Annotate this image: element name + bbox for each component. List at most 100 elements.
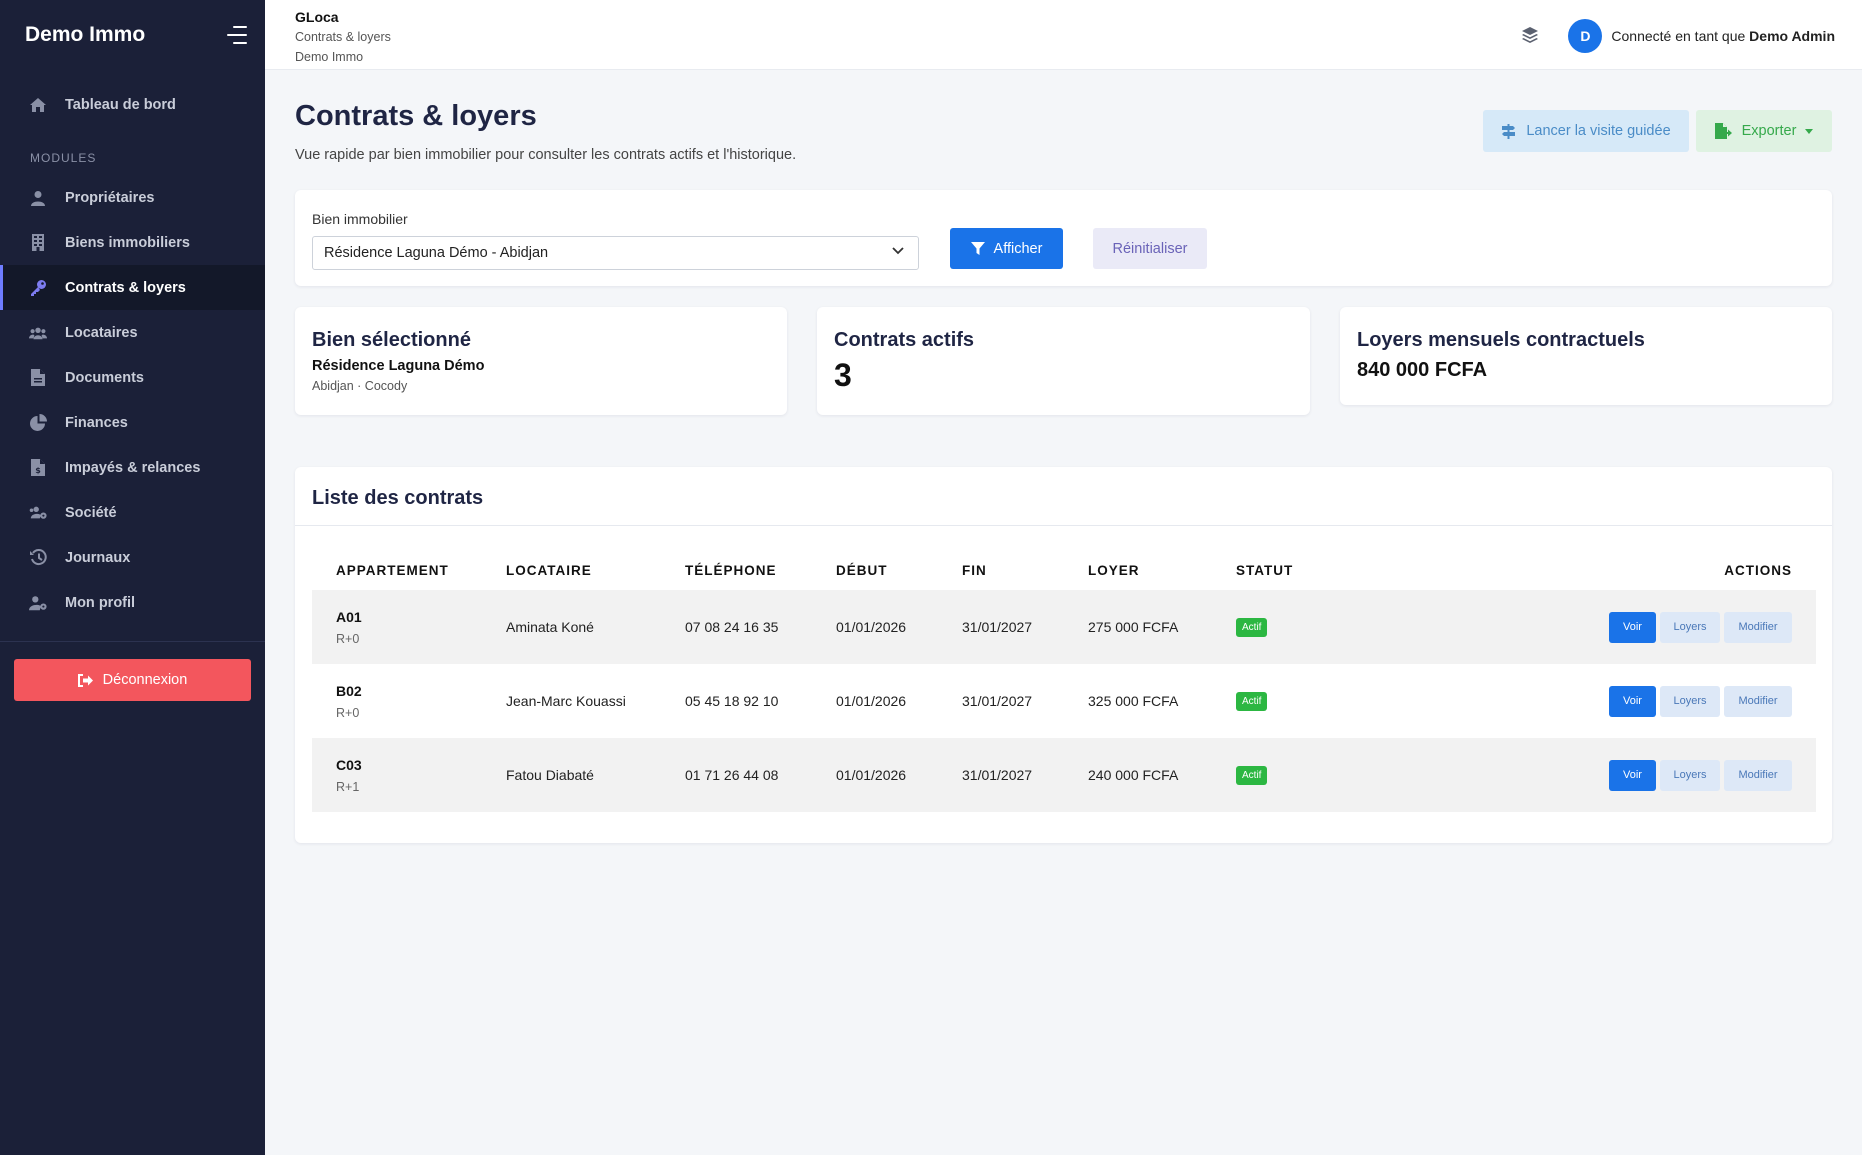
sidebar-item-journaux[interactable]: Journaux bbox=[0, 535, 265, 580]
end-date-cell: 31/01/2027 bbox=[962, 693, 1033, 709]
layers-icon[interactable] bbox=[1521, 26, 1541, 46]
unit-cell: A01 R+0 bbox=[312, 590, 482, 664]
breadcrumb-company: Demo Immo bbox=[295, 50, 364, 64]
column-header-phone: TÉLÉPHONE bbox=[685, 562, 777, 578]
sidebar-item-locataires[interactable]: Locataires bbox=[0, 310, 265, 355]
phone-cell: 01 71 26 44 08 bbox=[661, 738, 812, 812]
export-button[interactable]: Exporter bbox=[1696, 110, 1832, 152]
sidebar-item-proprietaires[interactable]: Propriétaires bbox=[0, 175, 265, 220]
file-invoice-icon: $ bbox=[29, 459, 47, 477]
card-divider bbox=[295, 525, 1832, 526]
caret-down-icon bbox=[1805, 128, 1814, 134]
show-button[interactable]: Afficher bbox=[950, 228, 1063, 269]
signpost-icon bbox=[1501, 123, 1516, 139]
unit-cell: C03 R+1 bbox=[312, 738, 482, 812]
rent-cell: 275 000 FCFA bbox=[1064, 590, 1212, 664]
contracts-table: APPARTEMENT LOCATAIRE TÉLÉPHONE DÉBUT FI… bbox=[312, 550, 1816, 812]
table-row: B02 R+0 Jean-Marc Kouassi 05 45 18 92 10 … bbox=[312, 664, 1816, 738]
tenant-cell: Aminata Koné bbox=[482, 590, 661, 664]
unit-floor: R+0 bbox=[336, 631, 360, 646]
sidebar-item-label: Finances bbox=[65, 414, 128, 431]
unit-code: B02 bbox=[336, 682, 362, 699]
active-contracts-count: 3 bbox=[834, 357, 852, 393]
avatar[interactable]: D bbox=[1568, 19, 1603, 53]
users-icon bbox=[29, 324, 47, 342]
rent-cell: 325 000 FCFA bbox=[1088, 693, 1179, 709]
view-button[interactable]: Voir bbox=[1609, 685, 1656, 717]
column-header-status: STATUT bbox=[1236, 562, 1294, 578]
filter-card: Bien immobilier Résidence Laguna Démo - … bbox=[295, 190, 1832, 286]
view-button[interactable]: Voir bbox=[1609, 611, 1656, 643]
rents-button[interactable]: Loyers bbox=[1660, 759, 1720, 791]
key-icon bbox=[29, 279, 47, 297]
app-name: GLoca bbox=[295, 9, 339, 25]
rents-button[interactable]: Loyers bbox=[1660, 611, 1720, 643]
sidebar-item-documents[interactable]: Documents bbox=[0, 355, 265, 400]
sidebar-item-label: Société bbox=[65, 504, 117, 521]
unit-cell: B02 R+0 bbox=[312, 664, 482, 738]
user-name: Demo Admin bbox=[1749, 28, 1835, 44]
sidebar-item-label: Contrats & loyers bbox=[65, 279, 186, 296]
unit-code: C03 bbox=[336, 756, 362, 773]
sidebar-item-finances[interactable]: Finances bbox=[0, 400, 265, 445]
user-area: D Connecté en tant que Demo Admin bbox=[1521, 19, 1835, 53]
column-header-rent: LOYER bbox=[1088, 562, 1140, 578]
sidebar-item-label: Journaux bbox=[65, 549, 131, 566]
table-row: C03 R+1 Fatou Diabaté 01 71 26 44 08 01/0… bbox=[312, 738, 1816, 812]
rents-button[interactable]: Loyers bbox=[1660, 685, 1720, 717]
end-date-cell: 31/01/2027 bbox=[938, 738, 1064, 812]
status-cell: Actif bbox=[1212, 664, 1362, 738]
sidebar-item-label: Biens immobiliers bbox=[65, 234, 190, 251]
start-date-cell: 01/01/2026 bbox=[812, 590, 938, 664]
active-contracts-title: Contrats actifs bbox=[834, 329, 975, 351]
actions-cell: Voir Loyers Modifier bbox=[1362, 738, 1816, 812]
unit-floor: R+0 bbox=[336, 705, 360, 720]
file-icon bbox=[29, 369, 47, 387]
rent-cell: 240 000 FCFA bbox=[1064, 738, 1212, 812]
connected-prefix: Connecté en tant que bbox=[1611, 28, 1746, 44]
history-icon bbox=[29, 549, 47, 567]
tenant-cell: Jean-Marc Kouassi bbox=[506, 693, 626, 709]
sidebar-brand: Demo Immo bbox=[0, 0, 265, 70]
building-icon bbox=[29, 234, 47, 252]
status-cell: Actif bbox=[1212, 590, 1362, 664]
property-select[interactable]: Résidence Laguna Démo - Abidjan bbox=[312, 236, 919, 270]
guided-tour-label: Lancer la visite guidée bbox=[1526, 123, 1671, 139]
actions-cell: Voir Loyers Modifier bbox=[1362, 664, 1816, 738]
selected-property-title: Bien sélectionné bbox=[312, 329, 471, 351]
selected-property-card: Bien sélectionné Résidence Laguna Démo A… bbox=[295, 307, 787, 415]
filter-icon bbox=[970, 241, 985, 256]
sidebar-item-label: Documents bbox=[65, 369, 144, 386]
column-header-actions: ACTIONS bbox=[1724, 562, 1792, 578]
monthly-rent-title: Loyers mensuels contractuels bbox=[1357, 329, 1645, 351]
user-tie-icon bbox=[29, 189, 47, 207]
home-icon bbox=[29, 96, 47, 114]
property-select-label: Bien immobilier bbox=[312, 211, 408, 227]
logout-button[interactable]: Déconnexion bbox=[14, 659, 251, 701]
edit-button[interactable]: Modifier bbox=[1724, 685, 1792, 717]
sidebar-item-label: Impayés & relances bbox=[65, 459, 201, 476]
tenant-cell: Fatou Diabaté bbox=[482, 738, 661, 812]
edit-button[interactable]: Modifier bbox=[1724, 611, 1792, 643]
logout-label: Déconnexion bbox=[102, 672, 188, 688]
breadcrumb-page: Contrats & loyers bbox=[295, 30, 391, 44]
sidebar-item-dashboard[interactable]: Tableau de bord bbox=[0, 82, 265, 127]
table-header-row: APPARTEMENT LOCATAIRE TÉLÉPHONE DÉBUT FI… bbox=[312, 550, 1816, 590]
guided-tour-button[interactable]: Lancer la visite guidée bbox=[1483, 110, 1689, 152]
column-header-unit: APPARTEMENT bbox=[336, 562, 449, 578]
menu-toggle-icon[interactable] bbox=[225, 26, 247, 44]
edit-button[interactable]: Modifier bbox=[1724, 759, 1792, 791]
sidebar-item-profil[interactable]: Mon profil bbox=[0, 580, 265, 625]
view-button[interactable]: Voir bbox=[1609, 759, 1656, 791]
main-content: Contrats & loyers Vue rapide par bien im… bbox=[265, 70, 1862, 1155]
sidebar-item-impayes[interactable]: $ Impayés & relances bbox=[0, 445, 265, 490]
start-date-cell: 01/01/2026 bbox=[812, 738, 938, 812]
svg-text:$: $ bbox=[35, 466, 41, 475]
column-header-tenant: LOCATAIRE bbox=[506, 562, 592, 578]
sidebar: Demo Immo Tableau de bord MODULES Propri… bbox=[0, 0, 265, 1155]
sidebar-item-societe[interactable]: Société bbox=[0, 490, 265, 535]
reset-button[interactable]: Réinitialiser bbox=[1093, 228, 1207, 269]
sidebar-item-contrats[interactable]: Contrats & loyers bbox=[0, 265, 265, 310]
sidebar-nav: Tableau de bord MODULES Propriétaires Bi… bbox=[0, 82, 265, 625]
sidebar-item-biens[interactable]: Biens immobiliers bbox=[0, 220, 265, 265]
